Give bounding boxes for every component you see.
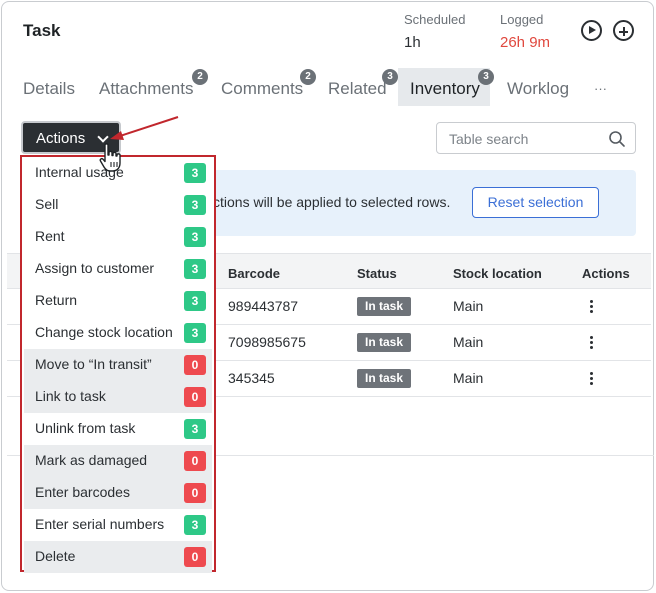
menu-item[interactable]: Enter serial numbers 3 xyxy=(24,509,212,541)
barcode-cell: 7098985675 xyxy=(228,334,306,350)
search-placeholder: Table search xyxy=(449,131,529,147)
tab-count-badge: 2 xyxy=(192,69,208,85)
row-menu-icon[interactable] xyxy=(590,300,594,314)
menu-item-count-badge: 3 xyxy=(184,323,206,343)
tab-worklog[interactable]: Worklog xyxy=(507,68,569,106)
menu-item-count-badge: 0 xyxy=(184,547,206,567)
tab-comments[interactable]: Comments xyxy=(221,68,303,106)
tab-inventory[interactable]: Inventory xyxy=(398,68,490,106)
tab-related[interactable]: Related xyxy=(328,68,387,106)
more-icon: ··· xyxy=(594,81,607,96)
scheduled-value: 1h xyxy=(404,34,421,51)
add-icon[interactable] xyxy=(613,20,634,41)
tab-more[interactable]: ··· xyxy=(594,68,607,106)
info-message: ctions will be applied to selected rows. xyxy=(213,194,451,210)
location-cell: Main xyxy=(453,334,484,350)
menu-item-label: Change stock location xyxy=(35,324,173,340)
logged-meta: Logged 26h 9m xyxy=(500,12,550,51)
scheduled-meta: Scheduled 1h xyxy=(404,12,465,51)
actions-dropdown-menu: Internal usage 3 Sell 3 Rent 3 Assign to custo… xyxy=(20,155,216,573)
tab-count-badge: 2 xyxy=(300,69,316,85)
column-header[interactable]: Status xyxy=(357,266,397,281)
menu-item-count-badge: 3 xyxy=(184,515,206,535)
menu-item-count-badge: 3 xyxy=(184,227,206,247)
location-cell: Main xyxy=(453,298,484,314)
menu-item[interactable]: Enter barcodes 0 xyxy=(24,477,212,509)
row-menu-icon[interactable] xyxy=(590,372,594,386)
menu-item-label: Enter barcodes xyxy=(35,484,130,500)
menu-item-label: Unlink from task xyxy=(35,420,136,436)
status-badge: In task xyxy=(357,369,412,388)
menu-item-count-badge: 0 xyxy=(184,483,206,503)
tab-count-badge: 3 xyxy=(478,69,494,85)
tab-label: Inventory xyxy=(410,79,480,98)
menu-item-count-badge: 0 xyxy=(184,355,206,375)
tab-details[interactable]: Details xyxy=(23,68,75,106)
menu-item-count-badge: 3 xyxy=(184,419,206,439)
menu-item[interactable]: Assign to customer 3 xyxy=(24,253,212,285)
page-title: Task xyxy=(23,21,61,40)
table-search-input[interactable]: Table search xyxy=(436,122,636,154)
column-header[interactable]: Barcode xyxy=(228,266,280,281)
menu-item-label: Sell xyxy=(35,196,59,212)
menu-item-count-badge: 3 xyxy=(184,163,206,183)
tab-label: Worklog xyxy=(507,79,570,98)
menu-item-label: Link to task xyxy=(35,388,106,404)
menu-item-label: Rent xyxy=(35,228,65,244)
tab-bar: Details Attachments 2 Comments 2 Related… xyxy=(0,68,654,106)
menu-item[interactable]: Link to task 0 xyxy=(24,381,212,413)
menu-item-count-badge: 3 xyxy=(184,259,206,279)
row-menu-icon[interactable] xyxy=(590,336,594,350)
menu-item[interactable]: Mark as damaged 0 xyxy=(24,445,212,477)
barcode-cell: 989443787 xyxy=(228,298,299,314)
menu-item-label: Enter serial numbers xyxy=(35,516,165,532)
menu-item[interactable]: Return 3 xyxy=(24,285,212,317)
menu-item-count-badge: 0 xyxy=(184,387,206,407)
menu-item[interactable]: Change stock location 3 xyxy=(24,317,212,349)
play-icon[interactable] xyxy=(581,20,602,41)
location-cell: Main xyxy=(453,370,484,386)
menu-item-count-badge: 3 xyxy=(184,291,206,311)
menu-item[interactable]: Delete 0 xyxy=(24,541,212,573)
column-header[interactable]: Stock location xyxy=(453,266,542,281)
menu-item[interactable]: Sell 3 xyxy=(24,189,212,221)
menu-item-label: Mark as damaged xyxy=(35,452,148,468)
chevron-down-icon xyxy=(97,131,109,143)
menu-item-label: Move to “In transit” xyxy=(35,356,152,372)
search-icon xyxy=(609,131,625,147)
menu-item-count-badge: 0 xyxy=(184,451,206,471)
logged-value: 26h 9m xyxy=(500,34,551,51)
menu-item[interactable]: Move to “In transit” 0 xyxy=(24,349,212,381)
tab-label: Attachments xyxy=(99,79,194,98)
actions-label: Actions xyxy=(36,130,86,147)
menu-item[interactable]: Rent 3 xyxy=(24,221,212,253)
menu-item-label: Assign to customer xyxy=(35,260,155,276)
tab-label: Comments xyxy=(221,79,304,98)
status-badge: In task xyxy=(357,297,412,316)
menu-item[interactable]: Unlink from task 3 xyxy=(24,413,212,445)
tab-attachments[interactable]: Attachments xyxy=(99,68,194,106)
menu-item-label: Return xyxy=(35,292,78,308)
menu-item-label: Delete xyxy=(35,548,76,564)
hand-cursor-icon xyxy=(99,143,121,172)
tab-label: Related xyxy=(328,79,387,98)
barcode-cell: 345345 xyxy=(228,370,275,386)
menu-item-count-badge: 3 xyxy=(184,195,206,215)
column-header: Actions xyxy=(582,266,630,281)
status-badge: In task xyxy=(357,333,412,352)
scheduled-label: Scheduled xyxy=(404,12,466,27)
tab-count-badge: 3 xyxy=(382,69,398,85)
reset-selection-button[interactable]: Reset selection xyxy=(472,187,599,218)
tab-label: Details xyxy=(23,79,75,98)
logged-label: Logged xyxy=(500,12,544,27)
